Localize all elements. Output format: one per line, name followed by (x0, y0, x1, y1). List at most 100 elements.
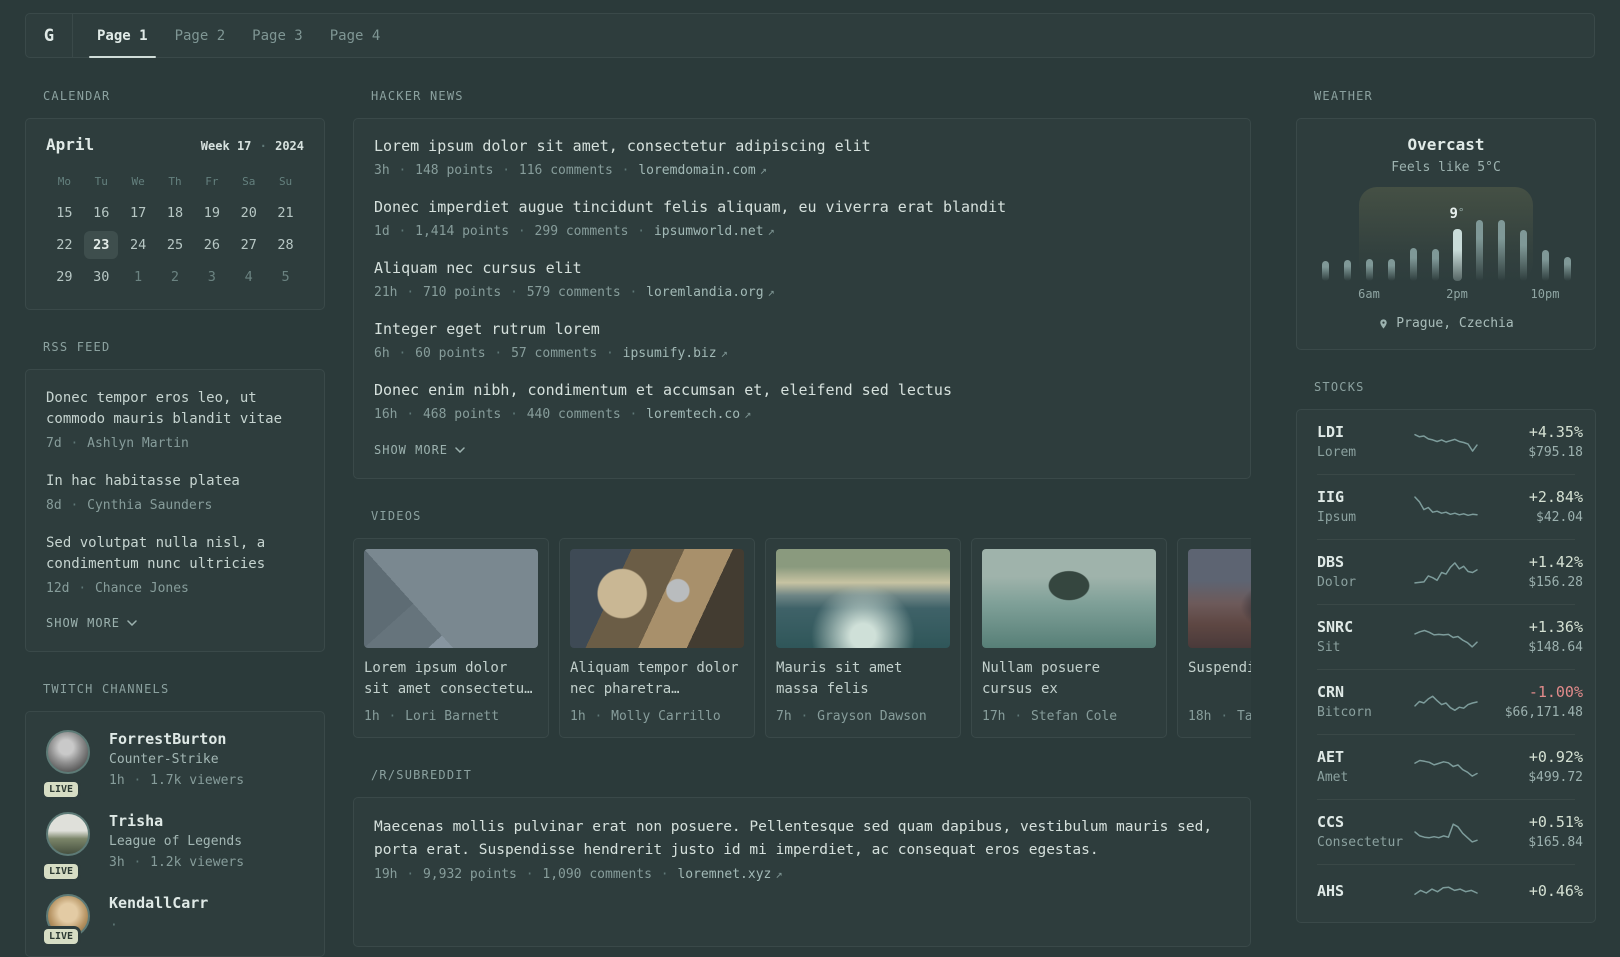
separator-dot: · (406, 285, 415, 300)
subreddit-post-comments-link[interactable]: 1,090 comments (542, 867, 652, 882)
stock-row[interactable]: AET Amet +0.92% $499.72 (1317, 734, 1583, 799)
rss-item-age: 7d (46, 436, 62, 451)
stock-ticker[interactable]: IIG (1317, 488, 1413, 506)
hn-item-title[interactable]: Lorem ipsum dolor sit amet, consectetur … (374, 135, 1230, 158)
video-author: Grayson Dawson (817, 709, 927, 724)
stock-price: $148.64 (1528, 640, 1583, 655)
twitch-channel-info: Trisha League of Legends 3h · 1.2k viewe… (109, 812, 244, 873)
nav-tab[interactable]: Page 2 (174, 14, 227, 57)
hn-item: Aliquam nec cursus elit 21h · 710 points… (374, 257, 1230, 303)
hn-item-domain-link[interactable]: loremtech.co (646, 407, 740, 422)
video-thumbnail[interactable] (364, 549, 538, 648)
hn-item-comments-link[interactable]: 116 comments (519, 163, 613, 178)
rss-item-author: Chance Jones (94, 581, 189, 596)
video-title[interactable]: Suspendisse diam (1188, 658, 1251, 700)
stock-row[interactable]: LDI Lorem +4.35% $795.18 (1317, 410, 1583, 474)
stock-ticker[interactable]: CCS (1317, 813, 1413, 831)
hn-item-title[interactable]: Aliquam nec cursus elit (374, 257, 1230, 280)
top-nav: G Page 1 Page 2 Page 3 Page 4 (25, 13, 1595, 58)
stock-row[interactable]: CRN Bitcorn -1.00% $66,171.48 (1317, 669, 1583, 734)
twitch-channel-row: LIVE KendallCarr · (44, 894, 304, 944)
hn-item-domain-link[interactable]: loremlandia.org (646, 285, 763, 300)
rss-item-title[interactable]: Donec tempor eros leo, ut commodo mauris… (46, 388, 304, 430)
stock-row[interactable]: SNRC Sit +1.36% $148.64 (1317, 604, 1583, 669)
weather-time-label: 2pm (1446, 287, 1468, 301)
video-card[interactable]: Mauris sit amet massa felis 7h · Grayson… (765, 538, 961, 738)
video-thumbnail[interactable] (570, 549, 744, 648)
rss-item-meta: 8d · Cynthia Saunders (46, 496, 304, 516)
stock-ticker[interactable]: CRN (1317, 683, 1413, 701)
twitch-channel-name[interactable]: Trisha (109, 812, 244, 830)
stock-ticker[interactable]: SNRC (1317, 618, 1413, 636)
left-column: CALENDAR April Week 17 · 2024 Mo Tu We T… (25, 89, 325, 957)
stock-company-name: Consectetur (1317, 835, 1404, 850)
stock-identity: CRN Bitcorn (1317, 683, 1413, 720)
hn-item-title[interactable]: Integer eget rutrum lorem (374, 318, 1230, 341)
subreddit-post-title[interactable]: Maecenas mollis pulvinar erat non posuer… (374, 816, 1230, 862)
rss-item-title[interactable]: In hac habitasse platea (46, 471, 304, 492)
hn-item-comments-link[interactable]: 57 comments (511, 346, 597, 361)
twitch-channel-name[interactable]: ForrestBurton (109, 730, 244, 748)
app-logo[interactable]: G (26, 14, 73, 57)
video-title[interactable]: Nullam posuere cursus ex (982, 658, 1156, 700)
separator-dot: · (78, 581, 87, 596)
stocks-widget-title: STOCKS (1314, 380, 1365, 394)
videos-widget-title: VIDEOS (371, 509, 422, 523)
hn-item-age: 21h (374, 285, 398, 300)
hn-item-domain-link[interactable]: loremdomain.com (638, 163, 755, 178)
video-meta: 17h · Stefan Cole (982, 707, 1156, 727)
hn-item-comments-link[interactable]: 440 comments (527, 407, 621, 422)
calendar-header: April Week 17 · 2024 (46, 135, 304, 154)
nav-tab[interactable]: Page 3 (251, 14, 304, 57)
twitch-channel-name[interactable]: KendallCarr (109, 894, 208, 912)
hn-item-domain-link[interactable]: ipsumify.biz (623, 346, 717, 361)
separator-dot: · (621, 163, 630, 178)
video-meta: 18h · Tara (1188, 707, 1251, 727)
rss-show-more-button[interactable]: SHOW MORE (46, 616, 137, 630)
stock-ticker[interactable]: LDI (1317, 423, 1413, 441)
twitch-channel-game[interactable]: Counter-Strike (109, 752, 244, 767)
video-title[interactable]: Lorem ipsum dolor sit amet consectetu… (364, 658, 538, 700)
nav-tab[interactable]: Page 1 (89, 14, 156, 58)
video-card[interactable]: Suspendisse diam 18h · Tara (1177, 538, 1251, 738)
hn-item-title[interactable]: Donec enim nibh, condimentum et accumsan… (374, 379, 1230, 402)
live-badge: LIVE (44, 864, 79, 879)
nav-tab[interactable]: Page 4 (329, 14, 382, 57)
hn-item-comments-link[interactable]: 579 comments (527, 285, 621, 300)
video-title[interactable]: Aliquam tempor dolor nec pharetra… (570, 658, 744, 700)
stock-identity: CCS Consectetur (1317, 813, 1413, 850)
hackernews-show-more-button[interactable]: SHOW MORE (374, 443, 465, 457)
video-author: Lori Barnett (405, 709, 500, 724)
external-link-icon: ↗ (759, 163, 767, 177)
stock-price: $795.18 (1528, 445, 1583, 460)
stock-row[interactable]: DBS Dolor +1.42% $156.28 (1317, 539, 1583, 604)
video-thumbnail[interactable] (1188, 549, 1251, 648)
video-title[interactable]: Mauris sit amet massa felis (776, 658, 950, 700)
stock-row[interactable]: CCS Consectetur +0.51% $165.84 (1317, 799, 1583, 864)
stock-row[interactable]: AHS +0.46% (1317, 864, 1583, 922)
calendar-day: 19 (203, 205, 220, 221)
subreddit-post-domain-link[interactable]: loremnet.xyz (677, 867, 771, 882)
rss-item-title[interactable]: Sed volutpat nulla nisl, a condimentum n… (46, 533, 304, 575)
video-card[interactable]: Aliquam tempor dolor nec pharetra… 1h · … (559, 538, 755, 738)
video-thumbnail[interactable] (982, 549, 1156, 648)
calendar-day: 25 (166, 237, 184, 253)
hn-item-domain-link[interactable]: ipsumworld.net (654, 224, 764, 239)
live-badge: LIVE (44, 782, 79, 797)
twitch-channel-game[interactable]: League of Legends (109, 834, 244, 849)
weather-card: Overcast Feels like 5°C 9° 6am 2pm 10pm Pr… (1296, 118, 1596, 350)
right-column: WEATHER Overcast Feels like 5°C 9° 6am 2p… (1296, 89, 1596, 957)
calendar-day: 29 (56, 269, 73, 285)
video-card[interactable]: Lorem ipsum dolor sit amet consectetu… 1… (353, 538, 549, 738)
hn-item-title[interactable]: Donec imperdiet augue tincidunt felis al… (374, 196, 1230, 219)
content-columns: CALENDAR April Week 17 · 2024 Mo Tu We T… (0, 89, 1620, 957)
hn-item-comments-link[interactable]: 299 comments (535, 224, 629, 239)
stock-ticker[interactable]: AHS (1317, 882, 1413, 900)
stock-row[interactable]: IIG Ipsum +2.84% $42.04 (1317, 474, 1583, 539)
video-thumbnail[interactable] (776, 549, 950, 648)
calendar-week: Week 17 · 2024 (200, 139, 304, 153)
stock-ticker[interactable]: AET (1317, 748, 1413, 766)
separator-dot: · (629, 285, 638, 300)
stock-ticker[interactable]: DBS (1317, 553, 1413, 571)
video-card[interactable]: Nullam posuere cursus ex 17h · Stefan Co… (971, 538, 1167, 738)
